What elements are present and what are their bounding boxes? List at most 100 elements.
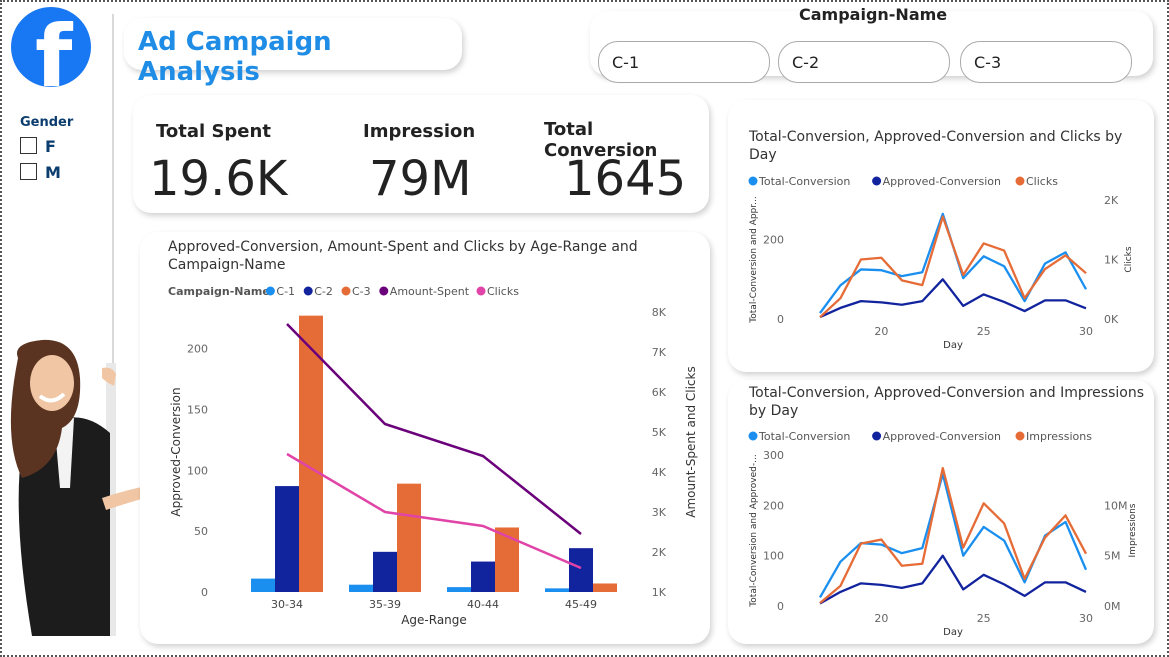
y2-axis-label: Amount-Spent and Clicks xyxy=(684,366,698,517)
line-approved-conversion xyxy=(819,554,1087,605)
y-axis-label: Total-Conversion and Appr... xyxy=(749,196,759,323)
businesswoman-illustration xyxy=(10,339,158,636)
legend-marker xyxy=(872,176,882,186)
legend-item: C-3 xyxy=(352,285,371,298)
y-tick-label: 100 xyxy=(763,550,784,563)
y-tick-label: 200 xyxy=(187,343,208,356)
x-tick-label: 35-39 xyxy=(369,598,401,611)
legend-item: Approved-Conversion xyxy=(883,430,1001,443)
checkbox-icon[interactable] xyxy=(20,163,37,180)
legend-item: Impressions xyxy=(1026,430,1092,443)
gender-option-m[interactable]: M xyxy=(20,163,61,182)
x-tick-label: 25 xyxy=(977,325,991,338)
page-title: Ad Campaign Analysis xyxy=(138,27,332,87)
gender-filter-title: Gender xyxy=(20,115,74,130)
x-tick-label: 30-34 xyxy=(271,598,303,611)
legend-marker xyxy=(379,286,389,296)
y2-tick-label: 2K xyxy=(1104,194,1119,207)
y2-tick-label: 3K xyxy=(652,506,667,519)
y2-tick-label: 6K xyxy=(652,386,667,399)
y2-tick-label: 1K xyxy=(652,586,667,599)
title-card: Ad Campaign Analysis xyxy=(124,18,462,87)
x-tick-label: 20 xyxy=(874,325,888,338)
legend-item: C-1 xyxy=(276,285,295,298)
y2-tick-label: 0M xyxy=(1104,600,1121,613)
y-tick-label: 200 xyxy=(763,234,784,247)
campaign-option-c1[interactable]: C-1 xyxy=(598,41,770,83)
kpi-label-impression: Impression xyxy=(363,121,476,142)
x-tick-label: 20 xyxy=(874,612,888,625)
y-tick-label: 100 xyxy=(187,464,208,477)
legend-marker xyxy=(265,286,275,296)
bar-c-1 xyxy=(251,578,275,592)
y2-tick-label: 0K xyxy=(1104,313,1119,326)
line-amount-spent xyxy=(286,323,582,535)
kpi-card: Total Spent 19.6K Impression 79M Total C… xyxy=(133,95,709,213)
bar-c-2 xyxy=(569,548,593,592)
legend-item: Clicks xyxy=(1026,175,1058,188)
y2-tick-label: 1K xyxy=(1104,254,1119,267)
y2-tick-label: 7K xyxy=(652,346,667,359)
bar-c-1 xyxy=(447,587,471,592)
legend-item: C-2 xyxy=(314,285,333,298)
bar-c-3 xyxy=(397,483,421,592)
legend-item: Approved-Conversion xyxy=(883,175,1001,188)
x-tick-label: 30 xyxy=(1079,325,1093,338)
legend-title: Campaign-Name xyxy=(168,285,270,298)
x-tick-label: 25 xyxy=(977,612,991,625)
line-clicks xyxy=(286,452,582,570)
legend-item: Amount-Spent xyxy=(390,285,470,298)
y2-axis-label: Clicks xyxy=(1124,246,1134,272)
legend-marker xyxy=(303,286,313,296)
y2-tick-label: 8K xyxy=(652,306,667,319)
y-tick-label: 300 xyxy=(763,449,784,462)
x-tick-label: 40-44 xyxy=(467,598,499,611)
clicks-by-day-chart: Total-Conversion Approved-Conversion Click… xyxy=(748,175,1134,351)
line-approved-conversion xyxy=(819,278,1087,319)
checkbox-icon[interactable] xyxy=(20,137,37,154)
gender-option-f[interactable]: F xyxy=(20,137,56,156)
kpi-value-total-spent: 19.6K xyxy=(149,151,288,207)
y-tick-label: 50 xyxy=(194,525,208,538)
y2-tick-label: 5M xyxy=(1104,550,1121,563)
legend-item: Total-Conversion xyxy=(758,175,850,188)
y-tick-label: 0 xyxy=(777,600,784,613)
bar-c-3 xyxy=(593,583,617,592)
campaign-option-c2[interactable]: C-2 xyxy=(778,41,950,83)
y-tick-label: 200 xyxy=(763,499,784,512)
y2-tick-label: 2K xyxy=(652,546,667,559)
legend-marker xyxy=(748,431,758,441)
kpi-label-total-spent: Total Spent xyxy=(156,121,271,142)
legend-marker xyxy=(341,286,351,296)
campaign-option-c3[interactable]: C-3 xyxy=(960,41,1132,83)
bar-c-1 xyxy=(545,588,569,592)
x-axis-label: Age-Range xyxy=(401,613,467,627)
kpi-value-total-conversion: 1645 xyxy=(564,151,687,207)
kpi-value-impression: 79M xyxy=(369,151,472,207)
y-axis-label: Total-Conversion and Approved-... xyxy=(749,454,759,607)
legend-marker xyxy=(1015,431,1025,441)
y2-tick-label: 4K xyxy=(652,466,667,479)
y-axis-label: Approved-Conversion xyxy=(169,387,183,516)
legend-marker xyxy=(748,176,758,186)
x-tick-label: 45-49 xyxy=(565,598,597,611)
bar-c-2 xyxy=(275,486,299,592)
y2-tick-label: 10M xyxy=(1104,499,1128,512)
facebook-logo-icon: f xyxy=(11,7,91,87)
campaign-slicer-title: Campaign-Name xyxy=(799,5,948,24)
legend-item: Clicks xyxy=(487,285,519,298)
legend-marker xyxy=(1015,176,1025,186)
legend-item: Total-Conversion xyxy=(758,430,850,443)
bar-c-2 xyxy=(373,551,397,592)
y-tick-label: 150 xyxy=(187,403,208,416)
impressions-by-day-chart: Total-Conversion Approved-Conversion Impre… xyxy=(748,430,1138,638)
x-axis-label: Day xyxy=(943,340,963,351)
legend-marker xyxy=(872,431,882,441)
y2-tick-label: 5K xyxy=(652,426,667,439)
y-tick-label: 0 xyxy=(201,586,208,599)
legend-marker xyxy=(476,286,486,296)
x-tick-label: 30 xyxy=(1079,612,1093,625)
bar-c-2 xyxy=(471,561,495,592)
y2-axis-label: Impressions xyxy=(1128,503,1138,557)
bar-c-1 xyxy=(349,584,373,592)
